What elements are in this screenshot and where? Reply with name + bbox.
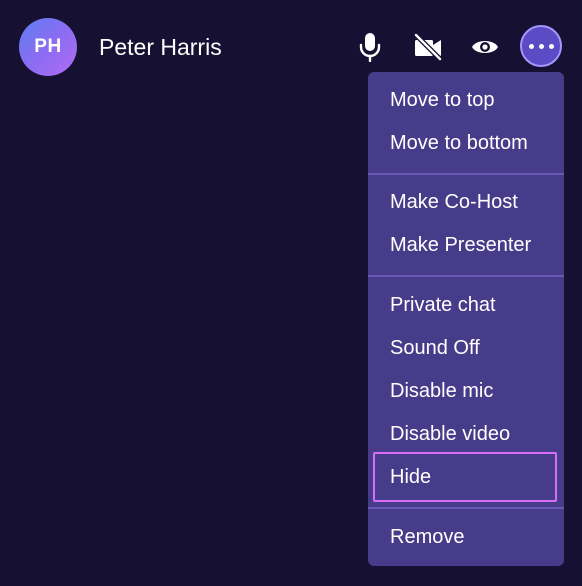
menu-divider bbox=[368, 173, 564, 175]
menu-item-disable-mic[interactable]: Disable mic bbox=[368, 370, 564, 412]
menu-item-hide[interactable]: Hide bbox=[373, 452, 557, 502]
participant-name: Peter Harris bbox=[99, 34, 222, 60]
more-horizontal-icon bbox=[526, 43, 556, 49]
menu-item-move-to-bottom[interactable]: Move to bottom bbox=[368, 122, 564, 164]
menu-item-make-co-host[interactable]: Make Co-Host bbox=[368, 181, 564, 223]
avatar: PH bbox=[19, 18, 77, 76]
menu-divider bbox=[368, 507, 564, 509]
menu-item-private-chat[interactable]: Private chat bbox=[368, 284, 564, 326]
menu-item-sound-off[interactable]: Sound Off bbox=[368, 327, 564, 369]
more-options-button[interactable] bbox=[520, 25, 562, 67]
eye-icon bbox=[472, 41, 498, 53]
menu-item-move-to-top[interactable]: Move to top bbox=[368, 79, 564, 121]
video-off-icon bbox=[413, 32, 443, 62]
mic-button[interactable] bbox=[350, 27, 390, 67]
participant-options-menu: Move to top Move to bottom Make Co-Host … bbox=[368, 72, 564, 566]
menu-item-disable-video[interactable]: Disable video bbox=[368, 413, 564, 455]
video-button[interactable] bbox=[408, 27, 448, 67]
visibility-button[interactable] bbox=[465, 27, 505, 67]
menu-divider bbox=[368, 275, 564, 277]
menu-item-remove[interactable]: Remove bbox=[368, 516, 564, 558]
menu-item-make-presenter[interactable]: Make Presenter bbox=[368, 224, 564, 266]
microphone-icon bbox=[359, 33, 381, 62]
